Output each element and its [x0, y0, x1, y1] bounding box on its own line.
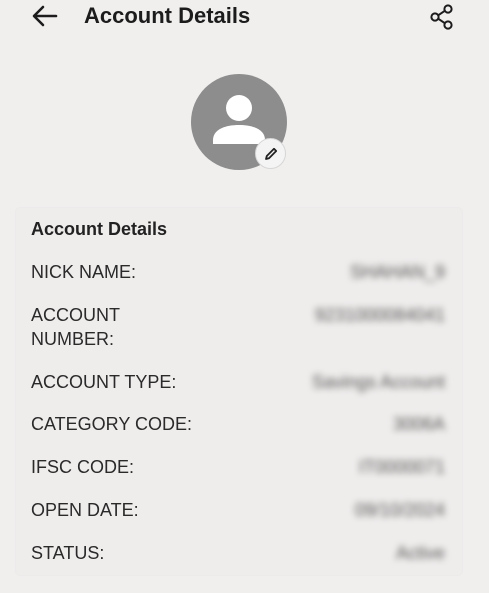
ifsc-code-label: IFSC CODE:	[31, 457, 135, 477]
status-value: Active	[395, 543, 445, 563]
category-code-value: 3006A	[392, 414, 445, 434]
app-header: Account Details	[0, 0, 489, 34]
account-type-label: ACCOUNT TYPE:	[31, 372, 177, 392]
back-button[interactable]	[30, 4, 60, 28]
account-number-label-line2: NUMBER:	[31, 329, 115, 349]
share-button[interactable]	[428, 3, 456, 31]
account-number-label-line1: ACCOUNT	[31, 305, 120, 325]
account-number-value: 9231000084041	[314, 305, 445, 325]
arrow-left-icon	[32, 5, 58, 27]
page-title: Account Details	[84, 3, 251, 28]
section-title: Account Details	[31, 219, 168, 239]
open-date-value: 09/10/2024	[354, 500, 445, 520]
nick-name-value: SHAHAN_9	[349, 262, 445, 282]
ifsc-code-value: IT0000071	[358, 457, 445, 477]
pencil-icon	[264, 147, 277, 160]
share-icon	[430, 4, 453, 30]
open-date-label: OPEN DATE:	[31, 500, 139, 520]
account-type-value: Savings Account	[311, 372, 445, 392]
nick-name-label: NICK NAME:	[31, 262, 137, 282]
category-code-label: CATEGORY CODE:	[31, 414, 193, 434]
status-label: STATUS:	[31, 543, 105, 563]
edit-avatar-button[interactable]	[255, 138, 286, 169]
